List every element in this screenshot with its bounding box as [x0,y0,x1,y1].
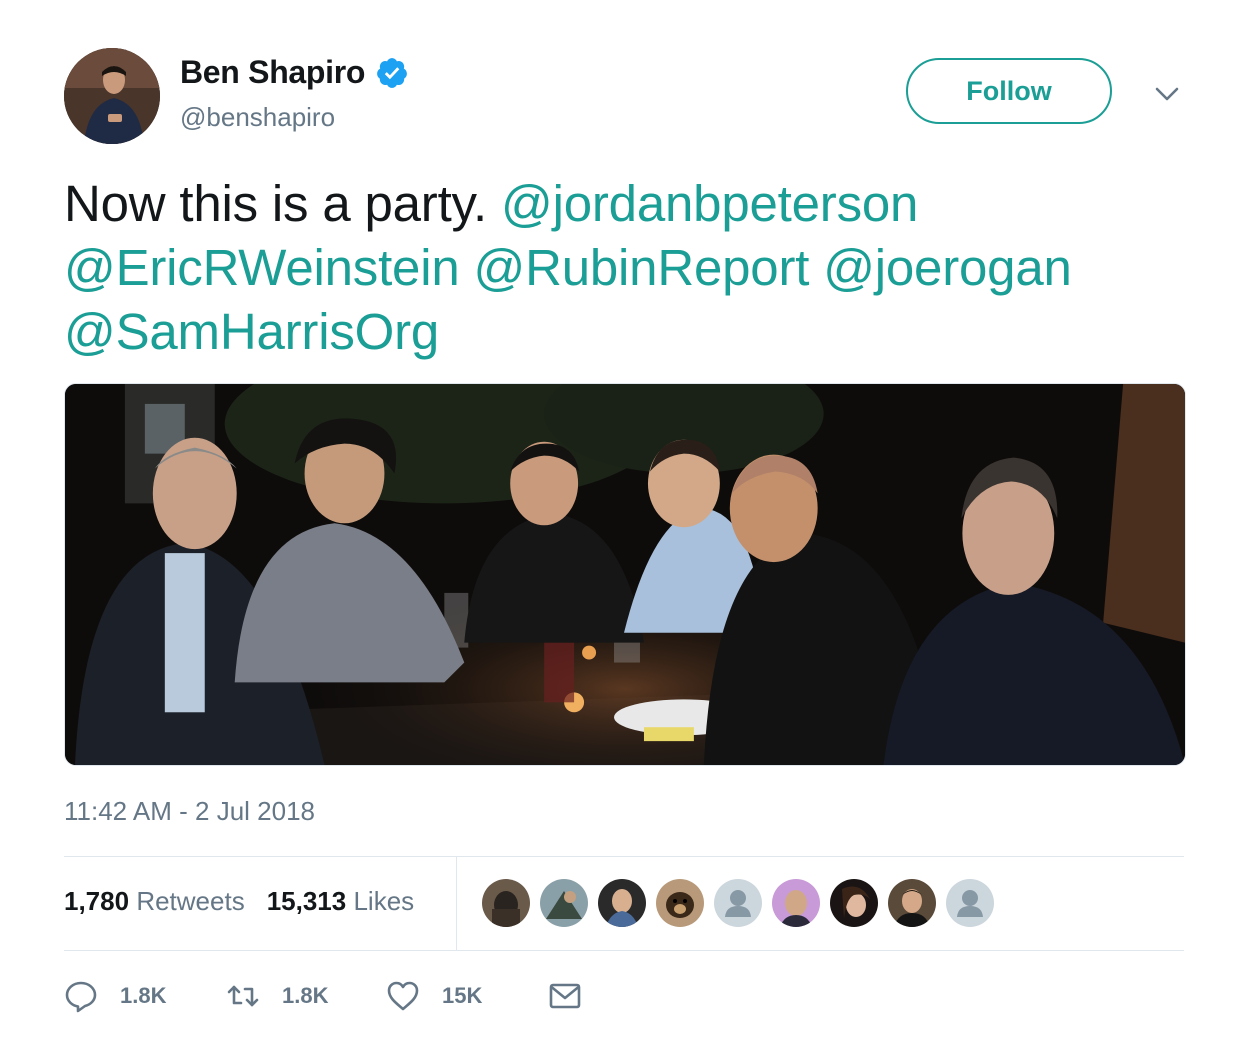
retweets-label: Retweets [136,886,245,916]
liker-avatar[interactable] [656,879,704,927]
divider [64,950,1184,951]
group-dinner-photo [65,384,1185,765]
vertical-divider [456,857,457,950]
user-handle[interactable]: @benshapiro [180,102,335,133]
reply-action[interactable]: 1.8K [64,974,166,1018]
tweet-text-plain: Now this is a party. [64,175,488,232]
retweets-stat[interactable]: 1,780 Retweets [64,886,245,917]
reply-count: 1.8K [120,983,167,1008]
divider [64,856,1184,857]
default-avatar-icon[interactable] [714,879,762,927]
retweet-count: 1.8K [282,983,329,1008]
mention-link[interactable]: @RubinReport [474,239,810,296]
liker-avatar[interactable] [482,879,530,927]
tweet-photo[interactable] [64,383,1186,766]
retweet-action[interactable]: 1.8K [226,974,328,1018]
like-count: 15K [442,983,483,1008]
mention-link[interactable]: @jordanbpeterson [501,175,918,232]
tweet-card: Ben Shapiro @benshapiro Follow Now this … [0,0,1246,1054]
avatar-image [64,48,160,144]
reply-icon [65,981,97,1013]
display-name[interactable]: Ben Shapiro [180,54,365,91]
liker-avatar[interactable] [540,879,588,927]
follow-button[interactable]: Follow [906,58,1112,124]
liker-avatar[interactable] [888,879,936,927]
chevron-down-icon[interactable] [1154,84,1180,104]
retweet-icon [227,985,259,1007]
mention-link[interactable]: @joerogan [823,239,1072,296]
heart-icon [387,981,419,1011]
user-avatar[interactable] [64,48,160,144]
retweets-count: 1,780 [64,886,130,916]
envelope-icon [549,983,581,1009]
likes-label: Likes [353,886,415,916]
tweet-stats: 1,780 Retweets 15,313 Likes [64,886,414,917]
verified-badge-icon [375,56,409,90]
liker-avatar[interactable] [772,879,820,927]
liker-avatars [482,879,994,927]
mention-link[interactable]: @EricRWeinstein [64,239,460,296]
mention-link[interactable]: @SamHarrisOrg [64,303,439,360]
tweet-text: Now this is a party. @jordanbpeterson @E… [64,172,1194,364]
default-avatar-icon[interactable] [946,879,994,927]
user-name-row: Ben Shapiro [180,54,409,91]
message-action[interactable] [548,974,582,1018]
likes-count: 15,313 [266,886,347,916]
liker-avatar[interactable] [598,879,646,927]
likes-stat[interactable]: 15,313 Likes [267,886,414,917]
like-action[interactable]: 15K [386,974,482,1018]
tweet-timestamp[interactable]: 11:42 AM - 2 Jul 2018 [64,796,315,827]
liker-avatar[interactable] [830,879,878,927]
